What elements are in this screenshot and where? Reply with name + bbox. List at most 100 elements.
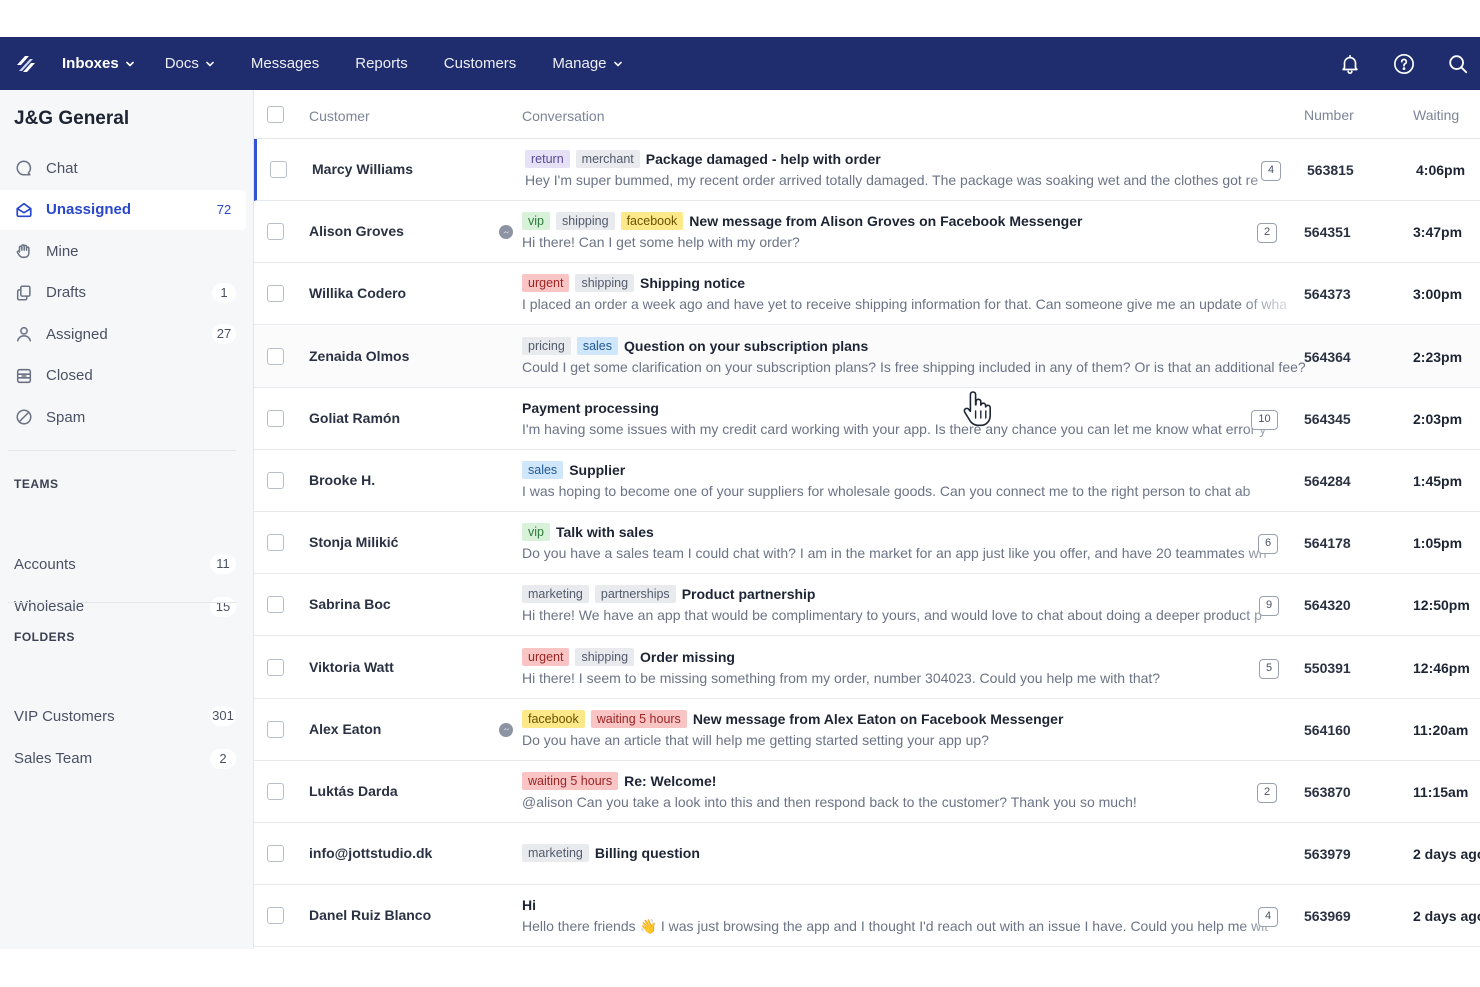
tag-marketing[interactable]: marketing bbox=[522, 844, 589, 863]
tag-sales[interactable]: sales bbox=[522, 461, 564, 479]
tag-waiting-5-hours[interactable]: waiting 5 hours bbox=[522, 772, 619, 790]
tag-waiting-5-hours[interactable]: waiting 5 hours bbox=[590, 709, 687, 728]
tag-urgent[interactable]: urgent bbox=[522, 647, 570, 666]
conversation-cell[interactable]: Hi Hello there friends 👋 I was just brows… bbox=[522, 895, 1302, 936]
row-checkbox[interactable] bbox=[267, 596, 284, 614]
nav-item-manage[interactable]: Manage bbox=[552, 55, 622, 72]
conversation-cell[interactable]: facebook waiting 5 hours New message from … bbox=[522, 709, 1302, 750]
bell-icon[interactable] bbox=[1338, 52, 1362, 76]
tag-marketing[interactable]: marketing bbox=[522, 585, 589, 604]
tag-urgent[interactable]: urgent bbox=[522, 274, 570, 293]
row-checkbox[interactable] bbox=[267, 409, 284, 427]
row-checkbox[interactable] bbox=[267, 285, 284, 303]
tag-return[interactable]: return bbox=[525, 150, 570, 168]
customer-name[interactable]: Stonja Milikić bbox=[309, 534, 398, 550]
team-item-wholesale[interactable]: Wholesale 15 bbox=[0, 590, 246, 624]
nav-item-customers[interactable]: Customers bbox=[444, 55, 517, 72]
tag-shipping[interactable]: shipping bbox=[555, 212, 615, 231]
conversation-cell[interactable]: pricing sales Question on your subscriptio… bbox=[522, 336, 1306, 377]
tag-merchant[interactable]: merchant bbox=[575, 150, 640, 168]
customer-name[interactable]: Sabrina Boc bbox=[309, 596, 391, 612]
customer-name[interactable]: info@jottstudio.dk bbox=[309, 845, 432, 861]
app-logo-icon[interactable] bbox=[0, 37, 52, 90]
thread-count-badge: 2 bbox=[1257, 783, 1277, 803]
table-row[interactable]: Brooke H. sales Supplier I was hoping to be… bbox=[254, 450, 1480, 512]
select-all-checkbox[interactable] bbox=[267, 106, 284, 123]
conversation-cell[interactable]: waiting 5 hours Re: Welcome! @alison Can y… bbox=[522, 771, 1302, 812]
sidebar-item-spam[interactable]: Spam bbox=[0, 397, 246, 437]
tag-facebook[interactable]: facebook bbox=[620, 212, 684, 231]
tag-facebook[interactable]: facebook bbox=[522, 709, 585, 728]
table-row[interactable]: info@jottstudio.dk marketing Billing quest… bbox=[254, 823, 1480, 886]
conversation-cell[interactable]: marketing Billing question bbox=[522, 843, 1302, 863]
conversation-cell[interactable]: vip shipping facebook New message from Alis… bbox=[522, 211, 1302, 252]
row-checkbox[interactable] bbox=[267, 783, 284, 800]
nav-item-inboxes[interactable]: Inboxes bbox=[62, 55, 135, 72]
team-item-accounts[interactable]: Accounts 11 bbox=[0, 547, 246, 581]
row-checkbox[interactable] bbox=[267, 907, 284, 925]
column-header-waiting[interactable]: Waiting bbox=[1413, 107, 1459, 123]
conversation-cell[interactable]: urgent shipping Order missing Hi there! I s… bbox=[522, 647, 1302, 688]
sidebar-item-mine[interactable]: Mine bbox=[0, 231, 246, 271]
customer-name[interactable]: Goliat Ramón bbox=[309, 410, 400, 426]
conversation-cell[interactable]: Payment processing I'm having some issues… bbox=[522, 398, 1302, 439]
table-row[interactable]: Alex Eaton facebook waiting 5 hours New mes… bbox=[254, 698, 1480, 761]
conversation-cell[interactable]: sales Supplier I was hoping to become one … bbox=[522, 460, 1302, 501]
tag-vip[interactable]: vip bbox=[522, 212, 550, 231]
row-checkbox[interactable] bbox=[267, 347, 284, 365]
nav-item-messages[interactable]: Messages bbox=[251, 55, 319, 72]
help-icon[interactable] bbox=[1392, 52, 1416, 76]
conversation-cell[interactable]: return merchant Package damaged - help wit… bbox=[525, 149, 1305, 190]
conversation-cell[interactable]: urgent shipping Shipping notice I placed an… bbox=[522, 273, 1302, 314]
table-row[interactable]: Goliat Ramón Payment processing I'm having… bbox=[254, 387, 1480, 450]
table-row[interactable]: Sabrina Boc marketing partnerships Product … bbox=[254, 574, 1480, 637]
row-checkbox[interactable] bbox=[267, 845, 284, 863]
table-row[interactable]: Marcy Williams return merchant Package dama… bbox=[254, 139, 1480, 201]
folder-item-sales-team[interactable]: Sales Team 2 bbox=[0, 742, 246, 776]
table-row[interactable]: Alison Groves vip shipping facebook New mess… bbox=[254, 201, 1480, 264]
tag-sales[interactable]: sales bbox=[576, 336, 619, 355]
tag-shipping[interactable]: shipping bbox=[575, 274, 635, 293]
tag-partnerships[interactable]: partnerships bbox=[594, 585, 676, 604]
column-header-number[interactable]: Number bbox=[1304, 107, 1354, 123]
conversation-cell[interactable]: marketing partnerships Product partnership… bbox=[522, 584, 1302, 625]
column-header-conversation[interactable]: Conversation bbox=[522, 108, 605, 124]
folder-item-label: Sales Team bbox=[14, 750, 93, 767]
table-row[interactable]: Zenaida Olmos pricing sales Question on you… bbox=[254, 325, 1480, 388]
table-row[interactable]: Willika Codero urgent shipping Shipping not… bbox=[254, 263, 1480, 326]
nav-item-reports[interactable]: Reports bbox=[355, 55, 408, 72]
tag-vip[interactable]: vip bbox=[522, 523, 550, 542]
sidebar-item-drafts[interactable]: Drafts 1 bbox=[0, 273, 246, 313]
sidebar-item-closed[interactable]: Closed bbox=[0, 356, 246, 396]
row-checkbox[interactable] bbox=[267, 658, 284, 676]
row-checkbox[interactable] bbox=[267, 472, 284, 489]
customer-name[interactable]: Brooke H. bbox=[309, 472, 375, 488]
customer-name[interactable]: Zenaida Olmos bbox=[309, 348, 409, 364]
row-checkbox[interactable] bbox=[267, 534, 284, 552]
sidebar-item-assigned[interactable]: Assigned 27 bbox=[0, 314, 246, 354]
customer-name[interactable]: Danel Ruiz Blanco bbox=[309, 907, 431, 923]
table-row[interactable]: Viktoria Watt urgent shipping Order missing… bbox=[254, 636, 1480, 699]
row-checkbox[interactable] bbox=[267, 720, 284, 738]
waiting-time: 11:15am bbox=[1413, 784, 1469, 800]
customer-name[interactable]: Marcy Williams bbox=[312, 161, 413, 177]
sidebar-item-chat[interactable]: Chat bbox=[0, 148, 246, 188]
customer-name[interactable]: Luktás Darda bbox=[309, 783, 398, 799]
table-row[interactable]: Stonja Milikić vip Talk with sales Do you h… bbox=[254, 512, 1480, 575]
tag-shipping[interactable]: shipping bbox=[575, 647, 635, 666]
tag-pricing[interactable]: pricing bbox=[522, 336, 571, 355]
customer-name[interactable]: Alison Groves bbox=[309, 223, 404, 239]
row-checkbox[interactable] bbox=[270, 161, 287, 178]
nav-item-docs[interactable]: Docs bbox=[165, 55, 215, 72]
folder-item-vip-customers[interactable]: VIP Customers 301 bbox=[0, 699, 246, 733]
conversation-cell[interactable]: vip Talk with sales Do you have a sales te… bbox=[522, 522, 1302, 563]
sidebar-item-unassigned[interactable]: Unassigned 72 bbox=[0, 189, 246, 230]
customer-name[interactable]: Willika Codero bbox=[309, 285, 406, 301]
row-checkbox[interactable] bbox=[267, 223, 284, 241]
customer-name[interactable]: Viktoria Watt bbox=[309, 659, 394, 675]
search-icon[interactable] bbox=[1446, 52, 1470, 76]
table-row[interactable]: Luktás Darda waiting 5 hours Re: Welcome! @… bbox=[254, 761, 1480, 823]
customer-name[interactable]: Alex Eaton bbox=[309, 721, 381, 737]
table-row[interactable]: Danel Ruiz Blanco Hi Hello there friends 👋… bbox=[254, 885, 1480, 948]
column-header-customer[interactable]: Customer bbox=[309, 108, 370, 124]
